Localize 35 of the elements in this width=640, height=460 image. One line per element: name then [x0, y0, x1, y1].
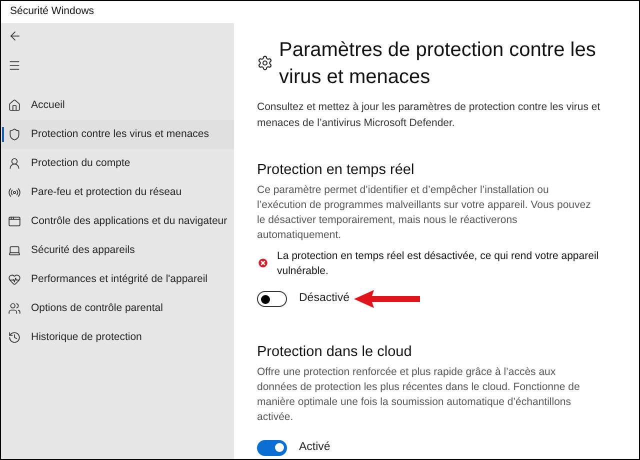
- section-description: Offre une protection renforcée et plus rapide grâce à l’accès aux données de protection les plus récentes dans le cloud. Fonctionne de manière optimale une fois la soumission automatique d’échantillons activée.: [257, 365, 581, 425]
- sidebar-item[interactable]: Options de contrôle parental: [1, 294, 234, 323]
- warning-message: La protection en temps réel est désactivée, ce qui rend votre appareil vulnérable.: [277, 249, 600, 279]
- sidebar-item[interactable]: Historique de protection: [1, 323, 234, 352]
- shield-icon: [8, 128, 21, 141]
- sidebar-item[interactable]: Accueil: [1, 91, 234, 120]
- window-icon: [8, 215, 21, 228]
- history-icon: [8, 331, 21, 344]
- error-icon: [257, 257, 269, 269]
- toggle-label: Désactivé: [299, 291, 350, 306]
- menu-icon[interactable]: [8, 59, 21, 72]
- section-title: Protection dans le cloud: [257, 343, 413, 361]
- sidebar-item[interactable]: Protection du compte: [1, 149, 234, 178]
- antenna-icon: [8, 186, 21, 199]
- window-title: Sécurité Windows: [10, 4, 94, 20]
- home-icon: [8, 99, 21, 112]
- sidebar-item[interactable]: Pare-feu et protection du réseau: [1, 178, 234, 207]
- sidebar-item[interactable]: Contrôle des applications et du navigateur: [1, 207, 234, 236]
- back-icon[interactable]: [8, 29, 22, 43]
- page-description: Consultez et mettez à jour les paramètres de protection contre les virus et menaces de l’antivirus Microsoft Defender.: [257, 100, 602, 131]
- people-icon: [8, 302, 21, 315]
- laptop-icon: [8, 244, 21, 257]
- toggle-switch[interactable]: [257, 291, 287, 307]
- sidebar-item[interactable]: Protection contre les virus et menaces: [1, 120, 234, 149]
- sidebar-item[interactable]: Performances et intégrité de l'appareil: [1, 265, 234, 294]
- section-description: Ce paramètre permet d’identifier et d’empêcher l’installation ou l’exécution de programmes malveillants sur votre appareil. Vous pouvez le désactiver temporairement, mais nous le réactiverons automatiquement.: [257, 183, 592, 243]
- toggle-switch[interactable]: [257, 440, 287, 456]
- arrow-annotation: [354, 289, 420, 309]
- sidebar-item[interactable]: Sécurité des appareils: [1, 236, 234, 265]
- gears-icon: [257, 55, 273, 71]
- page-title: Paramètres de protection contre les virus et menaces: [279, 38, 597, 90]
- section-title: Protection en temps réel: [257, 161, 416, 179]
- heart-pulse-icon: [8, 273, 21, 286]
- toggle-label: Activé: [299, 440, 330, 455]
- person-icon: [8, 157, 21, 170]
